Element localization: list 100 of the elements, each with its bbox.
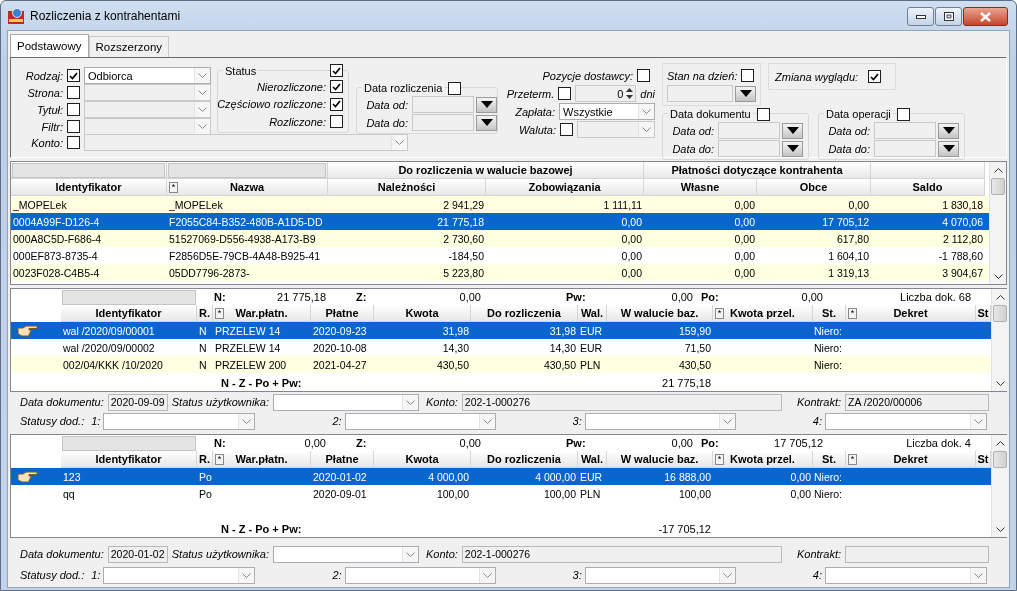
column-header[interactable]: Do rozliczenia — [471, 451, 578, 468]
column-header[interactable]: Należności — [328, 179, 486, 196]
field-label: Przeterm. — [506, 87, 555, 100]
table-row[interactable]: _MOPELek _MOPELek 2 941,29 1 111,11 0,00 0,00 1 830,18 — [11, 196, 989, 213]
column-header[interactable]: W walucie baz. — [607, 305, 713, 322]
field-label: Data od: — [671, 124, 714, 137]
column-header[interactable]: St. — [813, 451, 846, 468]
table-cell-text: Po — [198, 470, 213, 483]
table-cell-text: 0,00 — [733, 198, 756, 211]
table-cell-text: 14,30 — [548, 341, 577, 354]
column-header[interactable]: Kwota — [374, 451, 471, 468]
table-row[interactable]: 0023F028-C4B5-4 05DD7796-2873- 5 223,80 0,00 0,00 1 319,13 3 904,67 — [11, 264, 989, 281]
column-header[interactable]: Identyfikator — [11, 179, 167, 196]
table-cell-text: 1 830,18 — [941, 198, 984, 211]
column-header[interactable]: * War.płatn. — [213, 451, 311, 468]
filter-toggle[interactable]: * — [715, 454, 724, 465]
field-label: Tytuł: — [35, 103, 63, 116]
column-header[interactable]: * Kwota przel. — [713, 305, 813, 322]
tab[interactable]: Rozszerzony — [88, 36, 170, 57]
filter-toggle[interactable]: * — [715, 308, 724, 319]
table-cell-text: 0,00 — [789, 470, 812, 483]
field-label: Data do: — [827, 142, 870, 155]
table-cell-text: 0,00 — [733, 249, 756, 262]
column-header[interactable]: St. — [813, 305, 846, 322]
column-header[interactable]: * Kwota przel. — [713, 451, 813, 468]
field-label: Stan na dzień: — [667, 69, 738, 82]
table-cell-text: EUR — [579, 324, 604, 337]
table-cell-text: Niero: — [813, 470, 843, 483]
table-cell-text: EUR — [579, 341, 604, 354]
table-cell-text: 0,00 — [733, 215, 756, 228]
table-cell-text: Niero: — [813, 341, 843, 354]
summary-value: 0,00 — [670, 291, 693, 303]
summary-label: Po: — [701, 437, 720, 449]
column-header[interactable]: W walucie baz. — [607, 451, 713, 468]
filter-toggle[interactable]: * — [215, 308, 224, 319]
table-row[interactable]: 0004A99F-D126-4 F2055C84-B352-480B-A1D5-DD 21 775,18 0,00 0,00 17 705,12 4 070,06 — [11, 213, 989, 230]
table-row[interactable]: 000A8C5D-F686-4 51527069-D556-4938-A173-B9 2 730,60 0,00 0,00 617,80 2 112,80 — [11, 230, 989, 247]
column-header[interactable]: Obce — [757, 179, 871, 196]
column-header[interactable]: St — [976, 451, 991, 468]
filter-toggle[interactable]: * — [215, 454, 224, 465]
total-value: -17 705,12 — [657, 522, 712, 535]
column-header[interactable]: * Dekret — [846, 451, 976, 468]
column-header[interactable]: * War.płatn. — [213, 305, 311, 322]
table-cell-text: F2055C84-B352-480B-A1D5-DD — [168, 215, 324, 228]
column-header[interactable]: Płatne — [311, 305, 374, 322]
column-header[interactable]: Identyfikator — [61, 305, 197, 322]
number-field[interactable]: 0 — [575, 85, 637, 102]
dropdown[interactable]: Odbiorca — [84, 67, 211, 84]
table-cell-text: 0,00 — [620, 266, 643, 279]
summary-value: 0,00 — [458, 291, 481, 303]
text-field[interactable]: ZA /2020/00006 — [845, 393, 989, 411]
column-header[interactable]: Do rozliczenia — [471, 305, 578, 322]
table-row[interactable]: 123 Po 2020-01-02 4 000,00 4 000,00 EUR 16 888,00 0,00 Niero: — [11, 468, 991, 485]
total-label: N - Z - Po + Pw: — [220, 376, 303, 389]
column-header[interactable]: R. — [197, 305, 213, 322]
table-cell-text: 4 000,00 — [534, 470, 577, 483]
field-label: Data dokumentu: — [20, 548, 104, 560]
field-label: Status użytkownika: — [171, 548, 269, 560]
table-cell-text: N — [198, 324, 208, 337]
summary-value: 17 705,12 — [773, 437, 823, 449]
text-field[interactable]: 2020-09-09 — [107, 393, 168, 411]
table-cell-text: 31,98 — [548, 324, 577, 337]
column-header[interactable]: Wal. — [578, 451, 607, 468]
column-header[interactable]: Wal. — [578, 305, 607, 322]
summary-label: Z: — [356, 437, 368, 449]
table-cell-text: 000EF873-8735-4 — [12, 249, 99, 262]
filter-toggle[interactable]: * — [848, 454, 857, 465]
column-header[interactable]: Własne — [644, 179, 757, 196]
field-label: Zapłata: — [515, 105, 555, 118]
column-header[interactable]: * Dekret — [846, 305, 976, 322]
column-header[interactable]: Płatne — [311, 451, 374, 468]
table-cell-text: PRZELEW 14 — [214, 341, 282, 354]
summary-label: Z: — [356, 291, 368, 303]
filter-toggle[interactable]: * — [169, 182, 178, 193]
column-header[interactable]: * Nazwa — [167, 179, 328, 196]
column-header[interactable]: Kwota — [374, 305, 471, 322]
filter-toggle[interactable]: * — [848, 308, 857, 319]
column-header[interactable]: Zobowiązania — [486, 179, 644, 196]
summary-value: 0,00 — [458, 437, 481, 449]
field-label: Nierozliczone: — [256, 80, 326, 93]
text-field[interactable]: 202-1-000276 — [461, 545, 782, 563]
summary-label: Pw: — [566, 437, 586, 449]
table-row[interactable]: 002/04/KKK /10/2020 N PRZELEW 200 2021-04-27 430,50 430,50 PLN 430,50 Niero: — [11, 356, 991, 373]
text-field[interactable]: 2020-01-02 — [107, 545, 168, 563]
column-header[interactable]: Identyfikator — [61, 451, 197, 468]
column-header[interactable]: Saldo — [871, 179, 985, 196]
field-label: Waluta: — [518, 123, 556, 136]
unit-label: dni — [640, 87, 655, 100]
table-cell-text: 430,50 — [435, 358, 470, 371]
table-cell-text: 2 941,29 — [442, 198, 485, 211]
column-header[interactable]: R. — [197, 451, 213, 468]
tab[interactable]: Podstawowy — [10, 34, 89, 57]
text-field[interactable]: 202-1-000276 — [461, 393, 782, 411]
column-header[interactable]: St — [976, 305, 991, 322]
window-title: Rozliczenia z kontrahentami — [30, 8, 181, 23]
table-cell-text: 100,00 — [542, 487, 577, 500]
table-row[interactable]: wal /2020/09/00001 N PRZELEW 14 2020-09-23 31,98 31,98 EUR 159,90 Niero: — [11, 322, 991, 339]
table-cell-text: -184,50 — [447, 249, 485, 262]
table-cell-text: 21 775,18 — [436, 215, 485, 228]
dropdown[interactable]: Wszystkie — [559, 103, 655, 120]
